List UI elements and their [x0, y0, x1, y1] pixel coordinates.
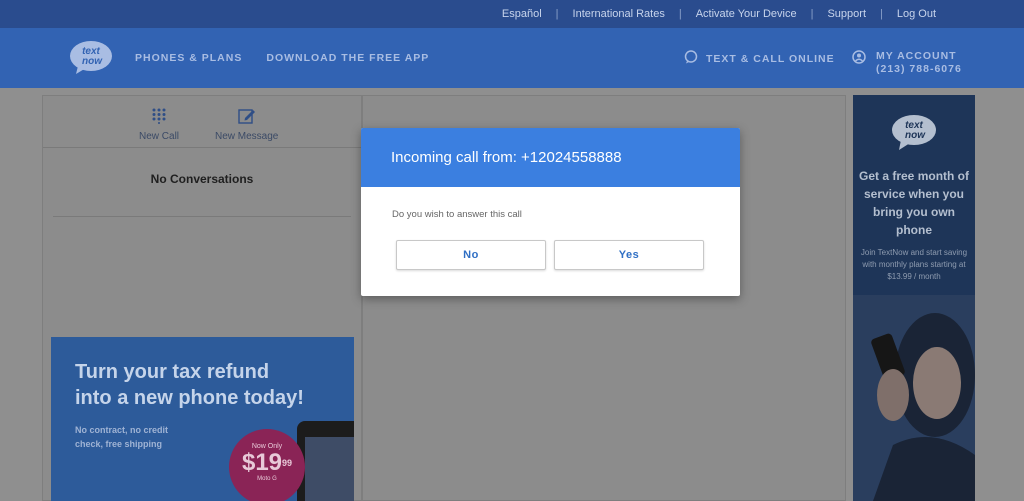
promo-subtext: Join TextNow and start saving with month…	[860, 248, 968, 281]
logout-link[interactable]: Log Out	[897, 8, 936, 20]
promo-headline: Get a free month of service when you bri…	[859, 169, 970, 237]
svg-text:now: now	[82, 56, 103, 67]
account-number: (213) 788-6076	[876, 63, 962, 75]
activate-device-link[interactable]: Activate Your Device	[696, 8, 797, 20]
text-call-online-link[interactable]: TEXT & CALL ONLINE	[684, 50, 835, 67]
separator: |	[555, 8, 559, 20]
dialpad-icon	[152, 108, 166, 127]
textnow-logo[interactable]: text now	[68, 40, 114, 76]
separator: |	[678, 8, 682, 20]
main-header: text now PHONES & PLANS DOWNLOAD THE FRE…	[0, 28, 1024, 88]
answer-call-button[interactable]: Yes	[554, 240, 704, 270]
svg-text:now: now	[905, 130, 926, 141]
incoming-call-dialog: Incoming call from: +12024558888 Do you …	[361, 128, 740, 296]
utility-links: Español | International Rates | Activate…	[502, 0, 936, 28]
dialog-message: Do you wish to answer this call	[392, 209, 522, 220]
compose-icon	[237, 108, 256, 127]
nav-phones-plans[interactable]: PHONES & PLANS	[135, 52, 242, 64]
top-utility-bar: Español | International Rates | Activate…	[0, 0, 1024, 28]
nav-download-app[interactable]: DOWNLOAD THE FREE APP	[266, 52, 429, 64]
promo-banner-bring-phone[interactable]: text now Get a free month of service whe…	[853, 95, 975, 501]
promo-subtext: No contract, no credit check, free shipp…	[75, 425, 169, 449]
account-label: MY ACCOUNT	[876, 50, 957, 62]
promo-headline: Turn your tax refund into a new phone to…	[75, 361, 304, 409]
divider	[53, 216, 351, 217]
decline-call-button[interactable]: No	[396, 240, 546, 270]
price-badge: Now Only $1999 Moto G	[229, 429, 305, 501]
new-message-label: New Message	[215, 131, 279, 142]
chat-bubble-icon	[684, 50, 698, 67]
separator: |	[810, 8, 814, 20]
dialog-title: Incoming call from: +12024558888	[391, 149, 622, 166]
textnow-logo: text now	[889, 113, 939, 153]
promo-banner-tax-refund[interactable]: Turn your tax refund into a new phone to…	[51, 337, 354, 501]
dialog-header: Incoming call from: +12024558888	[361, 128, 740, 187]
support-link[interactable]: Support	[827, 8, 866, 20]
no-conversations-text: No Conversations	[150, 172, 254, 186]
new-call-label: New Call	[139, 131, 180, 142]
phone-image	[297, 421, 354, 501]
separator: |	[880, 8, 883, 20]
language-link[interactable]: Español	[502, 8, 542, 20]
my-account-link[interactable]: MY ACCOUNT (213) 788-6076	[852, 50, 962, 76]
main-nav: PHONES & PLANS DOWNLOAD THE FREE APP	[135, 28, 429, 88]
text-call-label: TEXT & CALL ONLINE	[706, 52, 835, 65]
new-call-button[interactable]: New Call	[139, 108, 179, 142]
user-icon	[852, 50, 866, 76]
woman-on-phone-image	[853, 295, 975, 501]
panel-actions: New Call New Message	[43, 96, 361, 148]
international-rates-link[interactable]: International Rates	[573, 8, 665, 20]
new-message-button[interactable]: New Message	[215, 108, 278, 142]
